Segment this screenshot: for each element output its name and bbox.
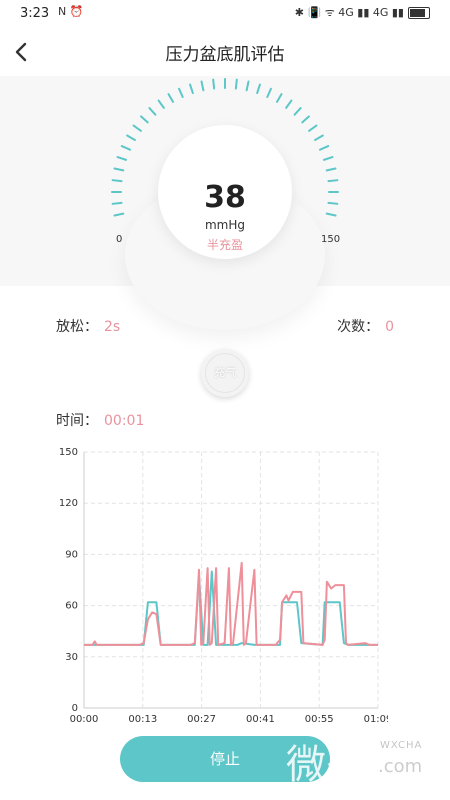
gauge-max-label: 150	[321, 234, 341, 245]
x-tick-label: 00:41	[246, 714, 275, 724]
inflate-button[interactable]: 充气	[201, 349, 249, 397]
gauge-tick	[327, 201, 339, 205]
gauge-tick	[140, 115, 149, 124]
gauge-min-label: 0	[116, 234, 123, 245]
gauge-tick	[325, 212, 337, 217]
gauge-tick	[189, 83, 194, 95]
relax-info: 放松： 2s	[56, 316, 120, 336]
gauge-tick	[178, 87, 184, 98]
inflation-state: 半充盈	[206, 238, 243, 252]
status-time: 3:23	[20, 6, 50, 21]
timer-info: 时间： 00:01	[56, 410, 144, 430]
signal-icons: ✱ 📳 ᯤ 4G ▮▮ 4G ▮▮	[294, 6, 404, 19]
gauge-tick	[327, 179, 339, 183]
watermark-logo: 微茶	[286, 742, 366, 788]
gauge-tick	[113, 167, 125, 172]
x-tick-label: 00:00	[70, 714, 99, 724]
gauge-tick	[212, 78, 216, 90]
gauge-tick	[266, 87, 272, 98]
gauge-tick	[325, 167, 337, 172]
notification-icons: N ⏰	[58, 5, 84, 18]
page-title: 压力盆底肌评估	[165, 45, 285, 65]
gauge-tick	[116, 156, 128, 161]
y-tick-label: 30	[65, 652, 78, 663]
y-tick-label: 120	[59, 498, 78, 509]
pressure-value: 38	[204, 180, 246, 215]
x-tick-label: 00:27	[187, 714, 216, 724]
gauge-tick	[113, 212, 125, 217]
relax-value: 2s	[104, 319, 121, 335]
gauge-tick	[234, 78, 238, 90]
pressure-unit: mmHg	[204, 218, 246, 232]
gauge-tick	[285, 99, 293, 109]
battery-icon	[408, 6, 430, 19]
count-info: 次数： 0	[337, 316, 394, 336]
watermark-brand: WXCHA	[380, 740, 423, 751]
gauge-tick	[314, 134, 324, 141]
gauge-tick	[256, 83, 261, 95]
timer-value: 00:01	[104, 413, 145, 429]
y-tick-label: 60	[65, 601, 78, 612]
status-bar: 3:23 N ⏰ ✱ 📳 ᯤ 4G ▮▮ 4G ▮▮	[0, 0, 450, 28]
system-icons: ✱ 📳 ᯤ 4G ▮▮ 4G ▮▮	[295, 5, 430, 20]
count-value: 0	[385, 319, 394, 335]
gauge-tick	[322, 156, 334, 161]
relax-label: 放松：	[56, 319, 98, 335]
pressure-chart: 0 30 60 90 120 150 00:00 00:13 00:27 00:41 00:55 01…	[59, 447, 388, 724]
timer-label: 时间：	[56, 413, 98, 429]
gauge-tick	[167, 93, 174, 103]
y-tick-label: 0	[72, 703, 78, 714]
gauge-tick	[111, 201, 123, 205]
gauge-tick	[200, 80, 205, 92]
gauge-tick	[308, 124, 318, 132]
x-tick-label: 01:09	[364, 714, 388, 724]
gauge-tick	[148, 107, 157, 116]
watermark-domain: .com	[378, 756, 423, 777]
gauge-tick	[245, 80, 250, 92]
gauge-tick	[157, 99, 165, 109]
y-tick-label: 150	[59, 447, 78, 458]
gauge-tick	[120, 145, 131, 151]
x-tick-label: 00:13	[128, 714, 157, 724]
gauge-tick	[293, 107, 302, 116]
stop-button-label: 停止	[209, 751, 240, 768]
top-bar: 压力盆底肌评估	[0, 28, 450, 76]
y-tick-label: 90	[65, 549, 78, 560]
gauge-tick	[126, 134, 136, 141]
series-line-2	[84, 561, 378, 646]
gauge-tick	[111, 179, 123, 183]
gauge-tick	[301, 115, 310, 124]
gauge-tick	[319, 145, 330, 151]
count-label: 次数：	[337, 319, 380, 335]
x-tick-label: 00:55	[305, 714, 334, 724]
gauge-tick	[276, 93, 283, 103]
gauge-tick	[132, 124, 142, 132]
